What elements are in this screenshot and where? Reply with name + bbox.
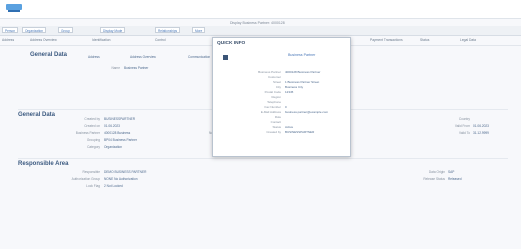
lock-flag-value: 2 Not Locked [104, 184, 123, 188]
data-origin-value: SAP [448, 170, 455, 174]
popup-detail-list: Business Partner 4000128 Business Partne… [213, 70, 350, 150]
popup-row-value: Active [285, 125, 294, 129]
popup-row-label: City [275, 85, 281, 89]
popup-row-value: 12345 [285, 90, 294, 94]
popup-row-label: Telephone [267, 100, 281, 104]
responsible-value: DEMO BUSINESS PARTNER [104, 170, 147, 174]
tab-status[interactable]: Status [420, 38, 429, 42]
authorization-group-label: Authorization Group [71, 177, 100, 181]
popup-row-label: Business Partner [258, 70, 281, 74]
subtab-address-overview[interactable]: Address Overview [130, 55, 156, 59]
divider [18, 158, 508, 159]
popup-row-value: BUSINESSPARTNER [285, 130, 315, 134]
valid-from-label: Valid From [454, 124, 470, 128]
business-partner-label: Business Partner [75, 131, 100, 135]
grouping-value: BP04 Business Partner [104, 138, 137, 142]
tab-legal-data[interactable]: Legal Data [460, 38, 476, 42]
tab-control[interactable]: Control [155, 38, 166, 42]
toolbar: Person Organization Group Display Mode R… [0, 26, 521, 36]
toolbar-button-relationships[interactable]: Relationships [155, 27, 181, 33]
popup-row-value: 4000128 Business Partner [285, 70, 321, 74]
business-partner-value: 4000128 Business [104, 131, 131, 135]
category-label: Category [87, 145, 100, 149]
subtab-address[interactable]: Address [88, 55, 100, 59]
authorization-group-value: NONE No Authorization [104, 177, 138, 181]
created-on-label: Created on [84, 124, 100, 128]
business-partner-icon [223, 55, 228, 60]
name-value: Business Partner [124, 66, 149, 70]
valid-to-label: Valid To [458, 131, 470, 135]
name-label: Name [111, 66, 120, 70]
grouping-label: Grouping [86, 138, 100, 142]
popup-row-label: E-Mail Address [260, 110, 281, 114]
toolbar-button-organization[interactable]: Organization [22, 27, 47, 33]
release-status-label: Release Status [423, 177, 445, 181]
tab-address[interactable]: Address [2, 38, 14, 42]
popup-row-label: Created by [266, 130, 281, 134]
country-label: Country [458, 117, 470, 121]
popup-row-value: 1 Business Partner Street [285, 80, 320, 84]
popup-title: QUICK INFO [217, 41, 246, 46]
valid-from-value: 01.06.2023 [473, 124, 489, 128]
app-logo[interactable] [6, 4, 22, 12]
section-title-responsible-area: Responsible Area [18, 161, 69, 167]
release-status-value: Released [448, 177, 462, 181]
page-title: Display Business Partner: 4000128 [230, 21, 285, 25]
popup-row-label: Role [274, 115, 281, 119]
tab-address-overview[interactable]: Address Overview [30, 38, 57, 42]
responsible-label: Responsible [82, 170, 100, 174]
created-on-value: 01.06.2023 [104, 124, 120, 128]
created-by-label: Created by [84, 117, 100, 121]
valid-to-value: 31.12.9999 [473, 131, 489, 135]
toolbar-button-more[interactable]: More [192, 27, 206, 33]
popup-row-label: Status [272, 125, 281, 129]
popup-row-label: Street [272, 80, 281, 84]
section-title-general-data: General Data [30, 52, 68, 58]
lock-flag-label: Lock Flag [86, 184, 100, 188]
popup-row-value: Business City [285, 85, 304, 89]
toolbar-button-display-mode[interactable]: Display Mode [100, 27, 126, 33]
popup-row-label: Fax Number [264, 105, 281, 109]
category-value: Organization [104, 145, 123, 149]
quick-info-popup: QUICK INFO Business Partner Business Par… [212, 37, 351, 157]
subtab-communication[interactable]: Communication [188, 55, 210, 59]
tab-payment-transactions[interactable]: Payment Transactions [370, 38, 403, 42]
tab-identification[interactable]: Identification [92, 38, 111, 42]
top-bar [0, 0, 521, 19]
toolbar-button-group[interactable]: Group [58, 27, 73, 33]
popup-row-value: business.partner@example.com [285, 110, 329, 114]
toolbar-button-person[interactable]: Person [2, 27, 19, 33]
popup-row-label: Postal Code [264, 90, 281, 94]
data-origin-label: Data Origin [428, 170, 445, 174]
popup-row-label: Region [271, 95, 281, 99]
popup-row-label: Contact [270, 120, 281, 124]
created-by-value: BUSINESSPARTNER [104, 117, 136, 121]
popup-row-value: 0 [285, 105, 287, 109]
popup-subtitle[interactable]: Business Partner [288, 53, 315, 57]
popup-row-label: Customer [267, 75, 281, 79]
